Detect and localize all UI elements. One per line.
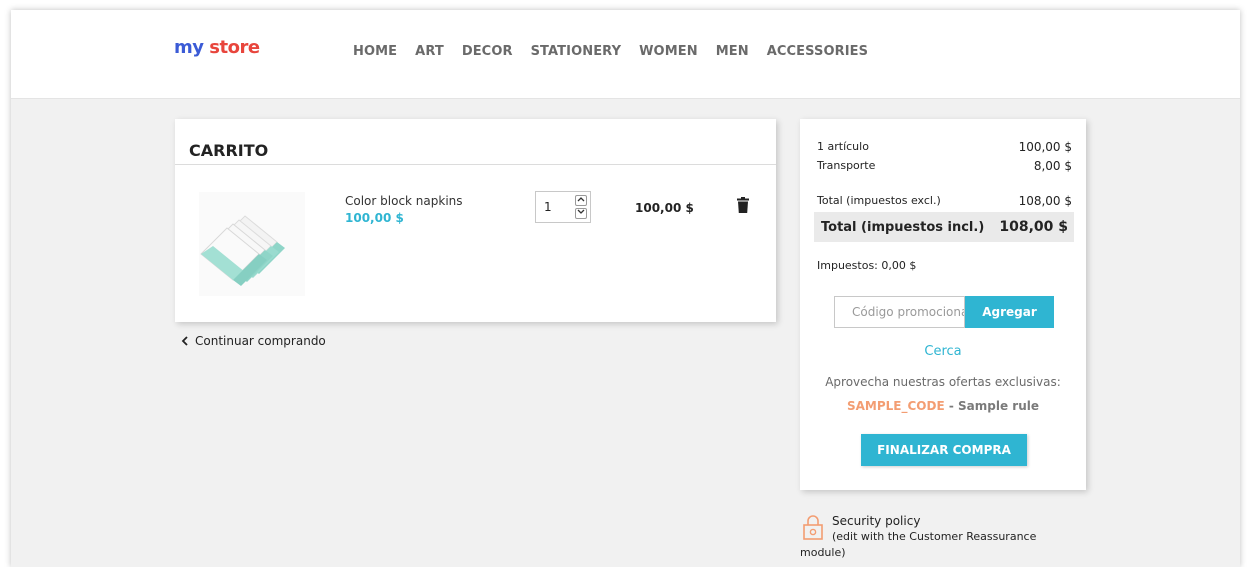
product-name[interactable]: Color block napkins	[345, 194, 463, 208]
nav-decor[interactable]: DECOR	[462, 44, 513, 59]
chevron-left-icon	[181, 336, 188, 346]
quantity-increase-button[interactable]	[575, 195, 587, 206]
nav-stationery[interactable]: STATIONERY	[531, 44, 622, 59]
nav-home[interactable]: HOME	[353, 44, 397, 59]
shipping-value: 8,00 $	[1033, 159, 1072, 173]
cart-divider	[175, 164, 776, 165]
nav-accessories[interactable]: ACCESSORIES	[767, 44, 868, 59]
total-excl-label: Total (impuestos excl.)	[817, 194, 941, 207]
items-count-label: 1 artículo	[817, 140, 869, 153]
continue-shopping-label: Continuar comprando	[195, 334, 326, 348]
quantity-buttons	[575, 195, 587, 219]
site-header: my store HOME ART DECOR STATIONERY WOMEN…	[11, 10, 1240, 99]
trash-icon[interactable]	[737, 197, 749, 213]
offer-code[interactable]: SAMPLE_CODE	[847, 399, 945, 413]
store-logo[interactable]: my store	[174, 37, 260, 58]
offers-text: Aprovecha nuestras ofertas exclusivas:	[825, 375, 1061, 389]
offer-rule: - Sample rule	[948, 399, 1039, 413]
total-incl-label: Total (impuestos incl.)	[821, 220, 985, 235]
main-nav: HOME ART DECOR STATIONERY WOMEN MEN ACCE…	[353, 44, 868, 59]
reassurance-title: Security policy	[832, 514, 921, 528]
total-incl-value: 108,00 $	[999, 219, 1068, 235]
items-subtotal-value: 100,00 $	[1018, 140, 1072, 154]
total-excl-value: 108,00 $	[1018, 194, 1072, 208]
checkout-button[interactable]: FINALIZAR COMPRA	[861, 434, 1027, 466]
line-total: 100,00 $	[635, 201, 694, 215]
nav-men[interactable]: MEN	[716, 44, 749, 59]
summary-shipping-row: Transporte 8,00 $	[817, 159, 1072, 173]
nav-art[interactable]: ART	[415, 44, 444, 59]
summary-total-excl-row: Total (impuestos excl.) 108,00 $	[817, 194, 1072, 208]
reassurance-subtitle-cont: module)	[800, 546, 846, 559]
offer-code-line: SAMPLE_CODE - Sample rule	[800, 399, 1086, 413]
cart-title: CARRITO	[189, 141, 269, 160]
cart-summary: 1 artículo 100,00 $ Transporte 8,00 $ To…	[800, 119, 1086, 490]
continue-shopping-link[interactable]: Continuar comprando	[181, 334, 326, 348]
close-promo-link[interactable]: Cerca	[800, 344, 1086, 359]
shipping-label: Transporte	[817, 159, 876, 172]
logo-part-my: my	[174, 37, 204, 58]
quantity-stepper[interactable]: 1	[535, 191, 591, 223]
logo-part-store: store	[209, 37, 260, 58]
total-incl-band: Total (impuestos incl.) 108,00 $	[814, 212, 1074, 242]
chevron-down-icon	[577, 209, 585, 214]
product-image[interactable]	[199, 192, 305, 296]
taxes-text: Impuestos: 0,00 $	[817, 259, 917, 272]
quantity-decrease-button[interactable]	[575, 208, 587, 219]
add-promo-button[interactable]: Agregar	[965, 296, 1054, 328]
cart-card: CARRITO Color block napkins 100,00 $ 1 1…	[175, 119, 776, 322]
reassurance-subtitle: (edit with the Customer Reassurance	[832, 530, 1037, 543]
product-unit-price: 100,00 $	[345, 211, 404, 225]
lock-icon	[803, 515, 823, 540]
page-frame: my store HOME ART DECOR STATIONERY WOMEN…	[11, 10, 1240, 567]
chevron-up-icon	[577, 197, 585, 202]
quantity-value[interactable]: 1	[544, 200, 552, 214]
nav-women[interactable]: WOMEN	[639, 44, 698, 59]
summary-items-row: 1 artículo 100,00 $	[817, 140, 1072, 154]
promo-code-input[interactable]: Código promocional	[834, 296, 965, 328]
